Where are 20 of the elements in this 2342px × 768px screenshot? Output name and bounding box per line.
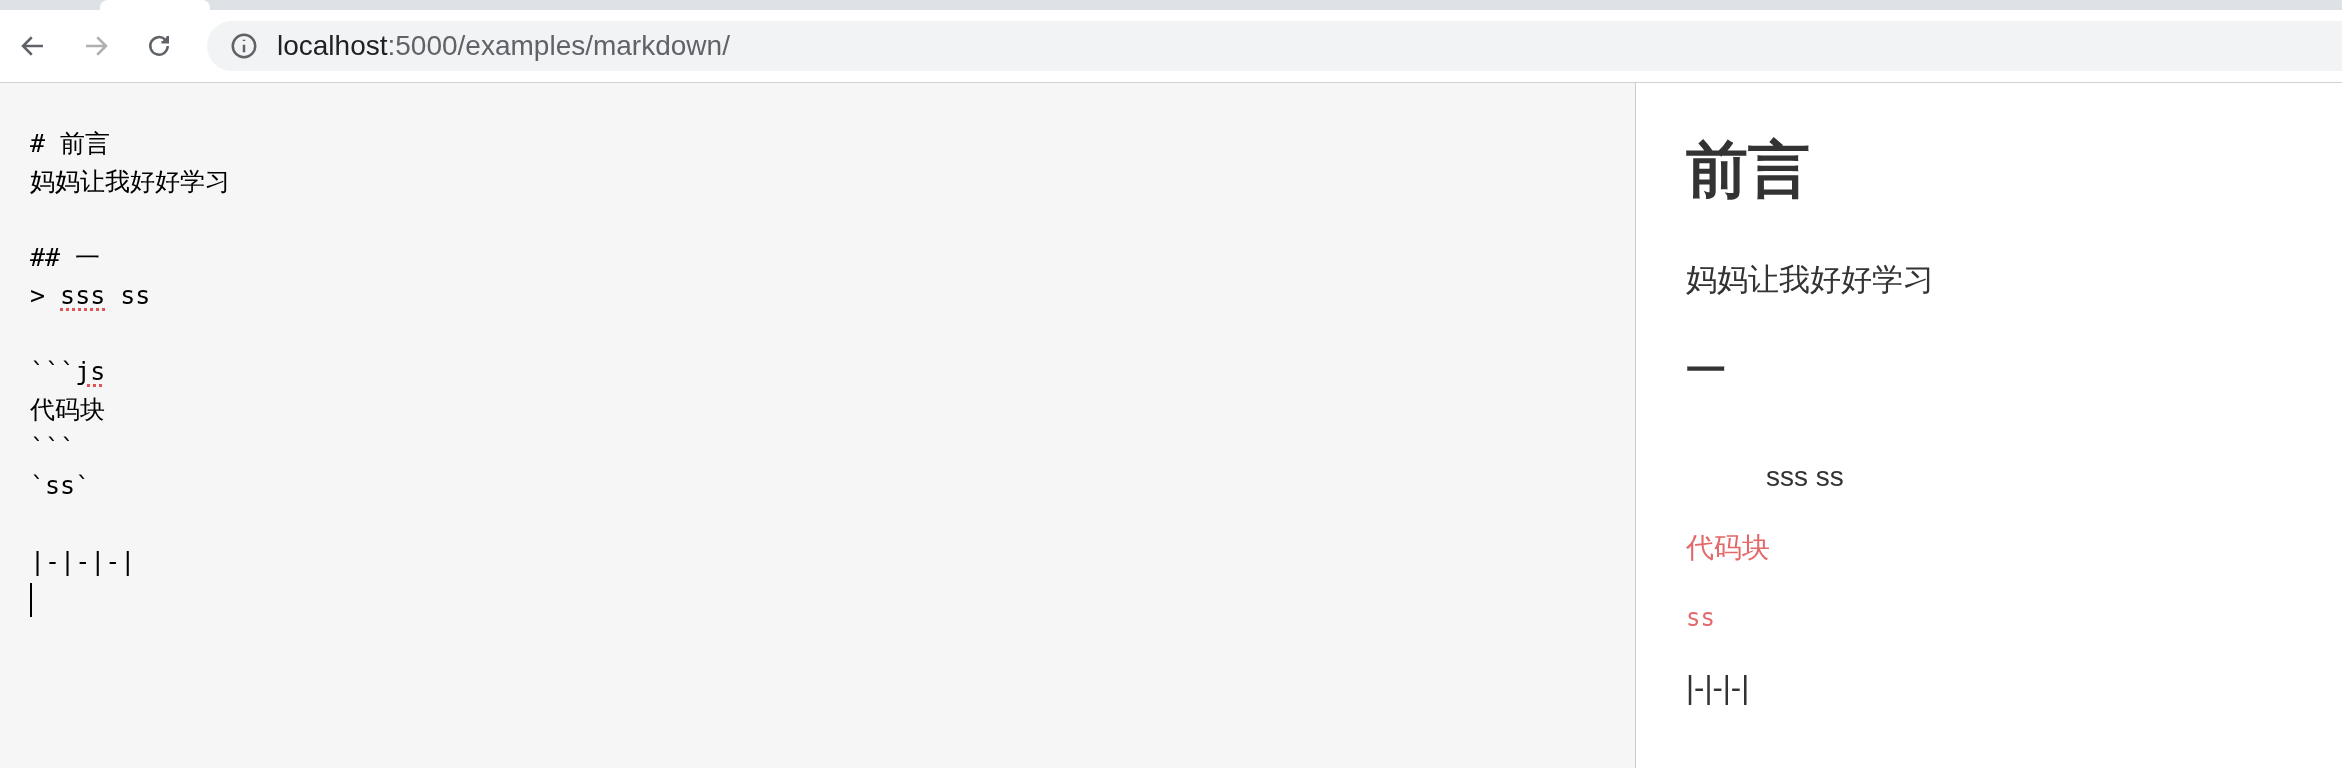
editor-line: ```js: [30, 356, 106, 388]
editor-line: # 前言: [30, 128, 111, 160]
quote-text: sss ss: [1765, 460, 1844, 495]
editor-line: ## 一: [30, 242, 101, 274]
code-text: ss: [1686, 603, 1715, 634]
url-text: localhost:5000/examples/markdown/: [277, 29, 730, 63]
heading: 一: [1686, 347, 1726, 395]
paragraph: 妈妈让我好好学习: [1686, 260, 1934, 299]
editor-line: `ss`: [30, 470, 91, 502]
code-text: 代码块: [1686, 531, 1770, 566]
heading: 前言: [1686, 134, 1810, 206]
info-icon: [229, 31, 259, 61]
editor-line: 妈妈让我好好学习: [30, 166, 230, 198]
address-bar[interactable]: localhost:5000/examples/markdown/: [207, 21, 2342, 71]
editor-line: 代码块: [30, 394, 105, 426]
editor-line: |-|-|-|: [30, 546, 136, 578]
paragraph: |-|-|-|: [1686, 669, 1750, 708]
editor-line: > sss ss: [30, 280, 151, 312]
editor-line: ```: [30, 432, 76, 464]
markdown-editor[interactable]: # 前言 妈妈让我好好学习 ## 一 > sss ss ```js 代码块 ``` `ss` |-|-|-|: [0, 83, 1636, 768]
